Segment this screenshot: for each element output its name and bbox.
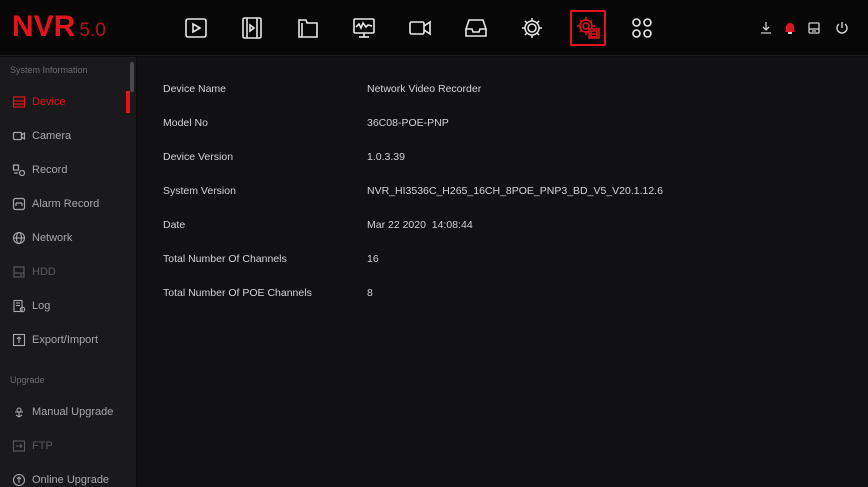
log-icon xyxy=(12,299,26,313)
info-value: NVR_HI3536C_H265_16CH_8POE_PNP3_BD_V5_V2… xyxy=(367,185,663,197)
sidebar-item-label: FTP xyxy=(32,440,53,452)
sidebar-item-camera[interactable]: Camera xyxy=(0,121,132,151)
sidebar: System Information Device Camera Record … xyxy=(0,57,136,487)
info-label: Date xyxy=(163,219,186,231)
download-icon[interactable] xyxy=(758,18,774,38)
camera-icon xyxy=(12,129,26,143)
sidebar-item-ftp[interactable]: FTP xyxy=(0,431,132,461)
info-label: Device Name xyxy=(163,83,227,95)
info-value: 1.0.3.39 xyxy=(367,151,405,163)
sidebar-item-manual-upgrade[interactable]: Manual Upgrade xyxy=(0,397,132,427)
info-row-poe-channels: Total Number Of POE Channels 8 xyxy=(163,283,373,303)
info-row-system-version: System Version NVR_HI3536C_H265_16CH_8PO… xyxy=(163,181,663,201)
section-upgrade: Upgrade xyxy=(10,375,45,385)
info-value: Network Video Recorder xyxy=(367,83,482,95)
info-label: Device Version xyxy=(163,151,234,163)
monitor-icon[interactable] xyxy=(348,12,380,44)
top-bar: NVR 5.0 xyxy=(0,0,868,56)
sidebar-item-export-import[interactable]: Export/Import xyxy=(0,325,132,355)
camera-icon[interactable] xyxy=(404,12,436,44)
device-icon xyxy=(12,95,26,109)
info-value: Mar 22 2020 14:08:44 xyxy=(367,219,473,231)
alarm-record-icon xyxy=(12,197,26,211)
network-globe-icon xyxy=(12,231,26,245)
screenshot-icon[interactable] xyxy=(806,18,822,38)
nvr-logo: NVR 5.0 xyxy=(12,10,106,46)
sidebar-item-label: HDD xyxy=(32,266,56,278)
info-value: 16 xyxy=(367,253,379,265)
settings-icon[interactable] xyxy=(516,12,548,44)
info-row-device-version: Device Version 1.0.3.39 xyxy=(163,147,405,167)
sidebar-item-label: Network xyxy=(32,232,73,244)
system-maintenance-icon[interactable] xyxy=(570,10,606,46)
sidebar-item-hdd[interactable]: HDD xyxy=(0,257,132,287)
sidebar-item-label: Log xyxy=(32,300,51,312)
sidebar-item-label: Alarm Record xyxy=(32,198,100,210)
sidebar-item-label: Camera xyxy=(32,130,72,142)
logo-brand: NVR xyxy=(12,10,76,43)
online-upgrade-icon xyxy=(12,473,26,487)
manual-upgrade-icon xyxy=(12,405,26,419)
sidebar-item-device[interactable]: Device xyxy=(0,87,132,117)
apps-grid-icon[interactable] xyxy=(626,12,658,44)
section-system-information: System Information xyxy=(10,65,88,75)
sidebar-item-network[interactable]: Network xyxy=(0,223,132,253)
info-row-model-no: Model No 36C08-POE-PNP xyxy=(163,113,449,133)
sidebar-item-label: Online Upgrade xyxy=(32,474,110,486)
file-folder-icon[interactable] xyxy=(292,12,324,44)
sidebar-item-label: Manual Upgrade xyxy=(32,406,114,418)
sidebar-item-alarm-record[interactable]: Alarm Record xyxy=(0,189,132,219)
record-icon xyxy=(12,163,26,177)
device-info-panel: Device Name Network Video Recorder Model… xyxy=(137,57,868,487)
playback-icon[interactable] xyxy=(180,12,212,44)
logo-version: 5.0 xyxy=(79,20,106,41)
export-import-icon xyxy=(12,333,26,347)
info-row-device-name: Device Name Network Video Recorder xyxy=(163,79,481,99)
info-label: Total Number Of POE Channels xyxy=(163,287,312,299)
info-row-total-channels: Total Number Of Channels 16 xyxy=(163,249,379,269)
info-label: Model No xyxy=(163,117,208,129)
sidebar-item-label: Device xyxy=(32,96,66,108)
info-label: System Version xyxy=(163,185,236,197)
ftp-icon xyxy=(12,439,26,453)
info-value: 36C08-POE-PNP xyxy=(367,117,449,129)
power-icon[interactable] xyxy=(834,18,850,38)
alarm-bell-icon[interactable] xyxy=(782,18,798,38)
sidebar-item-label: Record xyxy=(32,164,68,176)
sidebar-item-online-upgrade[interactable]: Online Upgrade xyxy=(0,465,132,487)
info-value: 8 xyxy=(367,287,373,299)
video-clip-icon[interactable] xyxy=(236,12,268,44)
hdd-icon xyxy=(12,265,26,279)
info-label: Total Number Of Channels xyxy=(163,253,287,265)
info-row-date: Date Mar 22 2020 14:08:44 xyxy=(163,215,473,235)
sidebar-item-log[interactable]: Log xyxy=(0,291,132,321)
sidebar-item-record[interactable]: Record xyxy=(0,155,132,185)
sidebar-item-label: Export/Import xyxy=(32,334,99,346)
storage-icon[interactable] xyxy=(460,12,492,44)
